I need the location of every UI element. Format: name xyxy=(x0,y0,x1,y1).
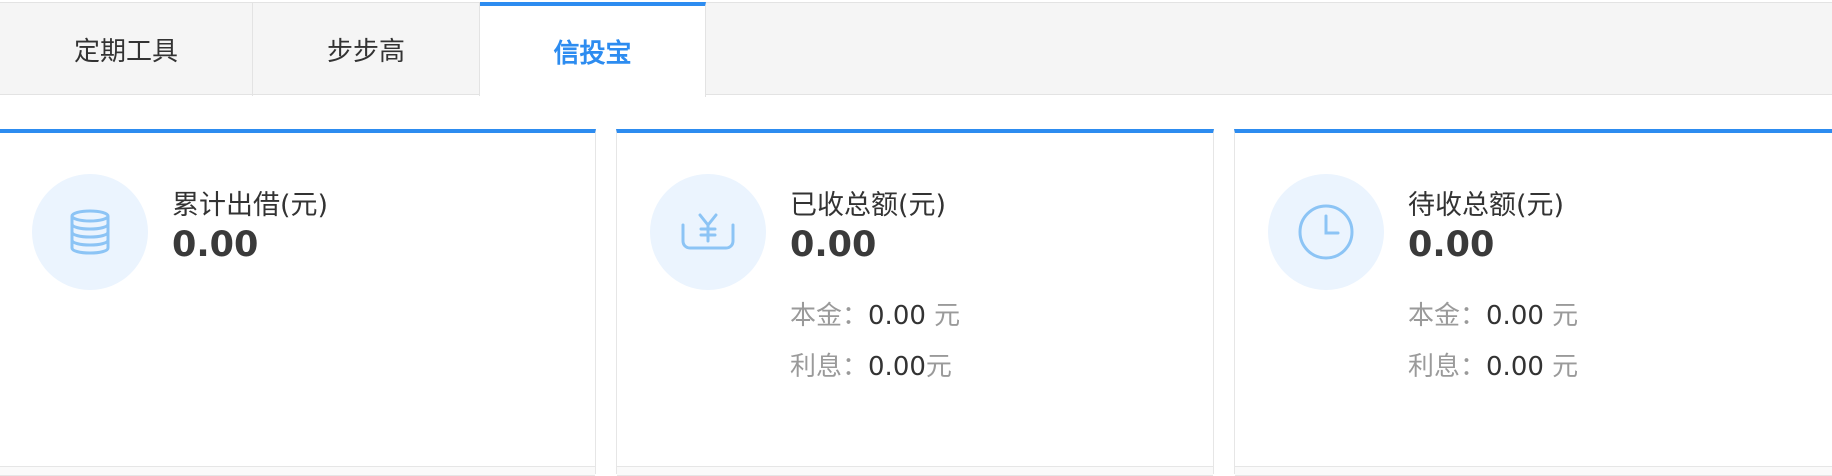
principal-value: 0.00 xyxy=(868,301,926,331)
tab-bubugao[interactable]: 步步高 xyxy=(253,2,480,96)
interest-value: 0.00 xyxy=(868,352,926,382)
principal-label: 本金： xyxy=(1408,301,1487,331)
total-lent-card: 累计出借(元) 0.00 xyxy=(0,129,596,476)
interest-unit: 元 xyxy=(1543,352,1579,382)
pending-total-amount: 0.00 xyxy=(1408,225,1495,265)
received-total-amount: 0.00 xyxy=(790,225,877,265)
received-interest-row: 利息：0.00元 xyxy=(790,346,952,383)
interest-label: 利息： xyxy=(1408,352,1487,382)
principal-value: 0.00 xyxy=(1486,301,1544,331)
yen-tray-icon xyxy=(650,174,766,290)
card-divider xyxy=(1235,466,1832,476)
total-lent-amount: 0.00 xyxy=(172,225,259,265)
tab-bar: 定期工具 步步高 信投宝 xyxy=(0,2,1832,97)
card-divider xyxy=(617,466,1213,476)
interest-value: 0.00 xyxy=(1486,352,1544,382)
coins-stack-icon xyxy=(32,174,148,290)
tab-xintoubao[interactable]: 信投宝 xyxy=(480,2,706,97)
pending-total-title: 待收总额(元) xyxy=(1408,190,1565,221)
tab-fixed-term-tools[interactable]: 定期工具 xyxy=(0,2,253,96)
pending-interest-row: 利息：0.00 元 xyxy=(1408,346,1578,383)
pending-principal-row: 本金：0.00 元 xyxy=(1408,295,1578,332)
card-divider xyxy=(0,466,595,476)
received-total-card: 已收总额(元) 0.00 本金：0.00 元 利息：0.00元 xyxy=(616,129,1214,476)
interest-label: 利息： xyxy=(790,352,869,382)
principal-unit: 元 xyxy=(1543,301,1579,331)
received-total-title: 已收总额(元) xyxy=(790,190,947,221)
principal-unit: 元 xyxy=(925,301,961,331)
total-lent-title: 累计出借(元) xyxy=(172,190,329,221)
received-principal-row: 本金：0.00 元 xyxy=(790,295,960,332)
interest-unit: 元 xyxy=(925,352,952,382)
pending-total-card: 待收总额(元) 0.00 本金：0.00 元 利息：0.00 元 xyxy=(1234,129,1832,476)
clock-icon xyxy=(1268,174,1384,290)
principal-label: 本金： xyxy=(790,301,869,331)
